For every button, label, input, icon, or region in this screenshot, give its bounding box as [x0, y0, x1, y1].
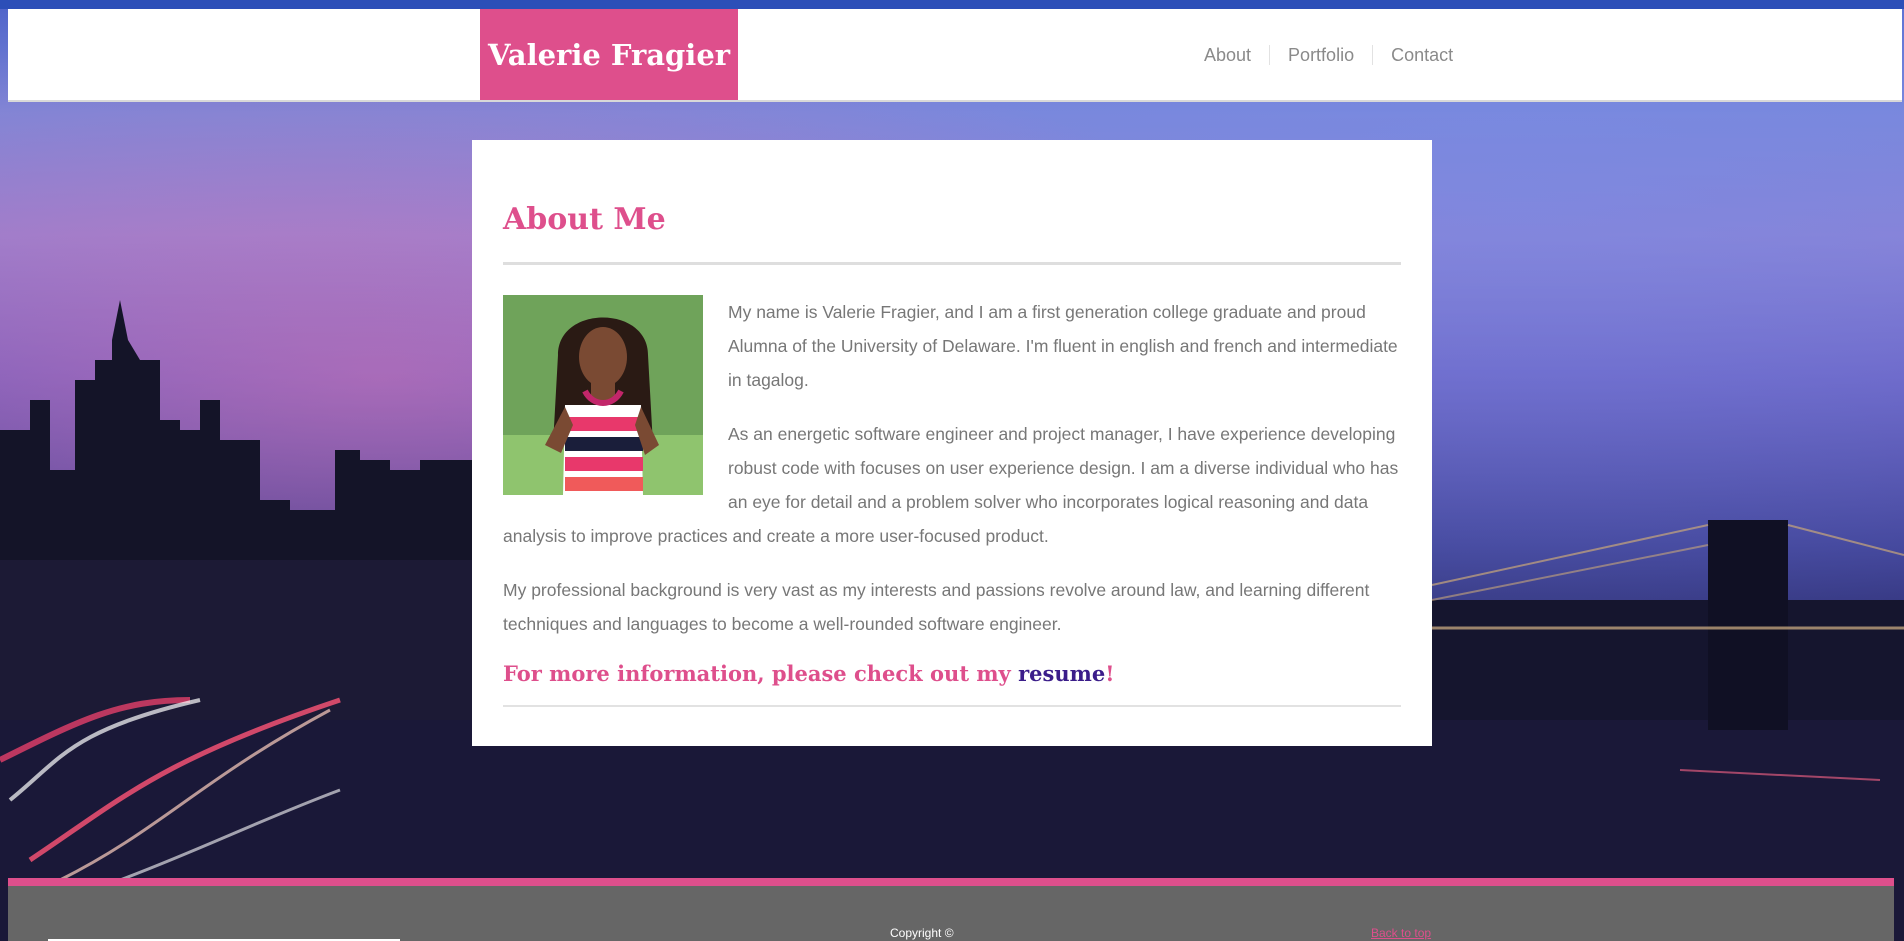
resume-link[interactable]: resume: [1018, 661, 1105, 686]
page-title: About Me: [503, 202, 666, 237]
heading-divider: [503, 262, 1401, 265]
main-nav: About Portfolio Contact: [1186, 9, 1471, 100]
more-info-suffix: !: [1105, 661, 1115, 686]
about-content: My name is Valerie Fragier, and I am a f…: [503, 295, 1401, 707]
about-paragraph-3: My professional background is very vast …: [503, 580, 1370, 634]
site-header: Valerie Fragier About Portfolio Contact: [8, 9, 1902, 102]
top-strip: [0, 0, 1904, 9]
nav-link-contact[interactable]: Contact: [1372, 44, 1471, 65]
back-to-top-link[interactable]: Back to top: [1371, 926, 1431, 940]
site-footer: Copyright © Back to top: [8, 886, 1894, 941]
more-info-heading: For more information, please check out m…: [503, 661, 1401, 687]
brand-name: Valerie Fragier: [487, 37, 731, 72]
copyright-text: Copyright ©: [890, 926, 954, 940]
more-info-prefix: For more information, please check out m…: [503, 661, 1019, 686]
nav-link-portfolio[interactable]: Portfolio: [1269, 44, 1372, 65]
bottom-divider: [503, 705, 1401, 707]
footer-accent-bar: [8, 878, 1894, 886]
profile-photo: [503, 295, 703, 495]
portrait-illustration: [503, 295, 703, 495]
about-card: About Me My name is Valerie Fragier, and…: [472, 140, 1432, 746]
site-logo[interactable]: Valerie Fragier: [480, 9, 738, 100]
nav-link-about[interactable]: About: [1186, 45, 1269, 65]
